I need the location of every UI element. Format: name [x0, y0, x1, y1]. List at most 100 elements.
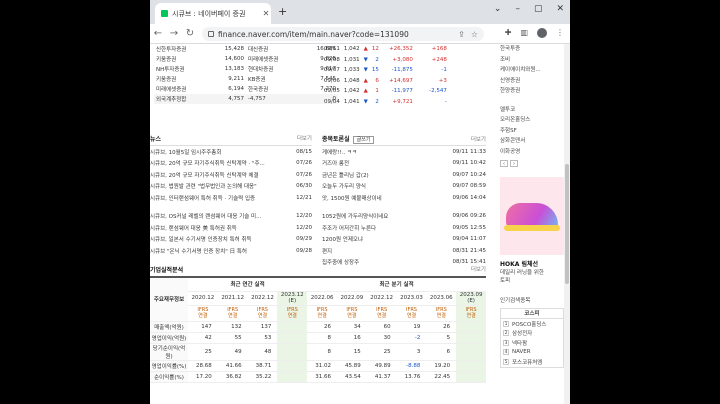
board-item[interactable]: 앗, 1500원 예불매상이네 09/06 14:04	[322, 192, 486, 204]
news-item[interactable]: 시큐브, 10월5일 임시주주총회 08/15	[150, 146, 312, 158]
news-item[interactable]: 시큐브, 인터랜섬웨어 특허 취득 · 기술력 입증 12/21	[150, 192, 312, 204]
financial-value: 45.89	[336, 360, 367, 372]
board-item[interactable]: 금년은 틀리님 갑(2) 09/07 10:24	[322, 169, 486, 181]
board-item[interactable]: 편지 08/31 21:45	[322, 245, 486, 257]
board-post-title[interactable]: 앗, 1500원 예불매상이네	[322, 194, 382, 202]
popular-item-name[interactable]: 포스코퓨처엠	[512, 358, 542, 366]
close-tab-icon[interactable]: ✕	[261, 9, 271, 18]
daily-cell-arrow: ▼	[363, 67, 368, 74]
popular-tab-kospi[interactable]: 코스피	[501, 309, 563, 319]
news-headline[interactable]: 시큐브, OS커널 레벨의 랜섬웨어 대응 기술 미...	[150, 212, 292, 220]
board-post-title[interactable]: 거즈아 롱전	[322, 159, 349, 167]
popular-item-name[interactable]: 삼성전자	[512, 329, 532, 337]
news-item[interactable]: 시큐브, 일본서 수기서명 인증장치 특허 취득 09/29	[150, 234, 312, 246]
news-headline[interactable]: 시큐브, 법원발 관련 "법무법인과 논의해 대응"	[150, 182, 292, 190]
scrollbar[interactable]	[564, 44, 570, 404]
right-sidebar: 한국투증 조비 케이에이치와원... 신영증권 한양증권 엘투코 오리온홀딩스 주험SF 삼화…	[500, 44, 564, 368]
news-headline[interactable]: 시큐브, 20억 규모 자기주식취득 신탁계약 체결	[150, 171, 292, 179]
board-item[interactable]: 오늘두 가두리 양식 09/07 08:59	[322, 181, 486, 193]
share-icon[interactable]: ⇪	[458, 30, 471, 39]
broker-cell-v1: 15,428	[224, 46, 244, 52]
board-post-title[interactable]: 주조가 어저간히 누른다	[322, 224, 376, 232]
forward-icon[interactable]: →	[166, 28, 182, 39]
chevron-down-icon[interactable]: ⌄	[494, 4, 502, 14]
menu-kebab-icon[interactable]: ⋮	[556, 28, 564, 38]
profile-avatar[interactable]	[537, 28, 547, 38]
broker-cell-v1: 6,194	[228, 86, 244, 92]
financials-more-link[interactable]: 더보기	[471, 265, 486, 274]
news-headline[interactable]: 시큐브, 랜섬웨어 대응 美 특허권 취득	[150, 224, 292, 232]
daily-cell-chg: 12	[371, 46, 379, 53]
news-headline[interactable]: 시큐브, 인터랜섬웨어 특허 취득 · 기술력 입증	[150, 194, 292, 202]
reload-icon[interactable]: ↻	[182, 28, 198, 39]
broker-link[interactable]: 조비	[500, 55, 564, 66]
board-post-title[interactable]: 편지	[322, 247, 332, 255]
news-date: 08/15	[296, 148, 312, 155]
popular-item-name[interactable]: 넥타팜	[512, 339, 527, 347]
news-headline[interactable]: 시큐브, 일본서 수기서명 인증장치 특허 취득	[150, 235, 292, 243]
related-stock-link[interactable]: 오리온홀딩스	[500, 115, 564, 126]
news-more-link[interactable]: 더보기	[297, 134, 312, 143]
board-post-date: 09/11 10:42	[452, 160, 486, 167]
board-more-link[interactable]: 더보기	[471, 135, 486, 143]
lock-icon[interactable]	[208, 31, 214, 37]
daily-cell-chg: 2	[375, 98, 379, 105]
related-stock-link[interactable]: 삼화콘덴서	[500, 136, 564, 147]
sidepanel-icon[interactable]: ▥	[520, 28, 528, 38]
browser-tab[interactable]: 시큐브 : 네이버페이 증권 ✕	[155, 3, 271, 24]
popular-item[interactable]: 1 POSCO홀딩스	[501, 319, 563, 329]
board-item[interactable]: 1200원 언제오냐 09/04 11:07	[322, 234, 486, 246]
board-item[interactable]: 주조가 어저간히 누른다 09/05 12:55	[322, 222, 486, 234]
news-item[interactable]: 시큐브 "온닉 수기서명 인증 장치" 日 특허 09/28	[150, 245, 312, 257]
scrollbar-thumb[interactable]	[565, 164, 569, 284]
news-item[interactable]: 시큐브, OS커널 레벨의 랜섬웨어 대응 기술 미... 12/20	[150, 211, 312, 223]
bookmark-star-icon[interactable]: ☆	[471, 30, 484, 39]
financial-row-label: 매출액(억원)	[150, 321, 188, 333]
related-stock-link[interactable]: 엘투코	[500, 105, 564, 116]
broker-link[interactable]: 한양증권	[500, 86, 564, 97]
new-tab-icon[interactable]: +	[278, 5, 287, 18]
news-headline[interactable]: 시큐브 "온닉 수기서명 인증 장치" 日 특허	[150, 247, 292, 255]
board-item[interactable]: 게에랑!!.. ㅋㅋ 09/11 11:33	[322, 146, 486, 158]
address-bar[interactable]: finance.naver.com/item/main.naver?code=1…	[202, 27, 484, 41]
daily-cell-date: 09/05	[324, 88, 340, 95]
url-text[interactable]: finance.naver.com/item/main.naver?code=1…	[218, 30, 458, 39]
news-headline[interactable]: 시큐브, 10월5일 임시주주총회	[150, 148, 292, 156]
prev-page-icon[interactable]: ‹	[500, 160, 508, 167]
minimize-icon[interactable]: –	[515, 4, 520, 14]
daily-cell-vol: +3,080	[392, 56, 413, 63]
board-item[interactable]: 1052원에 가두리양식이네요 09/06 09:26	[322, 211, 486, 223]
news-item[interactable]: 시큐브, 법원발 관련 "법무법인과 논의해 대응" 06/30	[150, 181, 312, 193]
write-post-button[interactable]: 글쓰기	[352, 136, 375, 144]
news-headline[interactable]: 시큐브, 20억 규모 자기주식취득 신탁계약 · "주...	[150, 159, 292, 167]
extensions-icon[interactable]: ✚	[505, 28, 512, 38]
board-item[interactable]: 거즈아 롱전 09/11 10:42	[322, 158, 486, 170]
popular-item[interactable]: 5 포스코퓨처엠	[501, 357, 563, 367]
ad-banner[interactable]	[500, 177, 564, 255]
popular-item[interactable]: 4 NAVER	[501, 348, 563, 358]
popular-item[interactable]: 3 넥타팜	[501, 338, 563, 348]
financial-value: 8	[307, 332, 337, 344]
ad-title[interactable]: HOKA 림체선	[500, 259, 564, 268]
board-post-title[interactable]: 오늘두 가두리 양식	[322, 182, 366, 190]
news-item[interactable]: 시큐브, 20억 규모 자기주식취득 신탁계약 체결 07/26	[150, 169, 312, 181]
board-post-title[interactable]: 금년은 틀리님 갑(2)	[322, 171, 369, 179]
popular-item-name[interactable]: NAVER	[512, 349, 531, 355]
related-stock-link[interactable]: 주험SF	[500, 126, 564, 137]
related-stock-link[interactable]: 이화공영	[500, 147, 564, 158]
financial-value	[456, 332, 486, 344]
maximize-icon[interactable]: ▢	[534, 4, 543, 14]
back-icon[interactable]: ←	[150, 28, 166, 39]
popular-item[interactable]: 2 삼성전자	[501, 329, 563, 339]
broker-link[interactable]: 한국투증	[500, 44, 564, 55]
broker-link[interactable]: 신영증권	[500, 76, 564, 87]
popular-item-name[interactable]: POSCO홀딩스	[512, 320, 547, 328]
news-item[interactable]: 시큐브, 20억 규모 자기주식취득 신탁계약 · "주... 07/26	[150, 158, 312, 170]
board-post-title[interactable]: 1052원에 가두리양식이네요	[322, 212, 388, 220]
close-window-icon[interactable]: ✕	[556, 4, 564, 14]
broker-link[interactable]: 케이에이치와원...	[500, 65, 564, 76]
next-page-icon[interactable]: ›	[510, 160, 518, 167]
board-post-title[interactable]: 1200원 언제오냐	[322, 235, 363, 243]
board-post-title[interactable]: 게에랑!!.. ㅋㅋ	[322, 148, 357, 156]
news-item[interactable]: 시큐브, 랜섬웨어 대응 美 특허권 취득 12/20	[150, 222, 312, 234]
